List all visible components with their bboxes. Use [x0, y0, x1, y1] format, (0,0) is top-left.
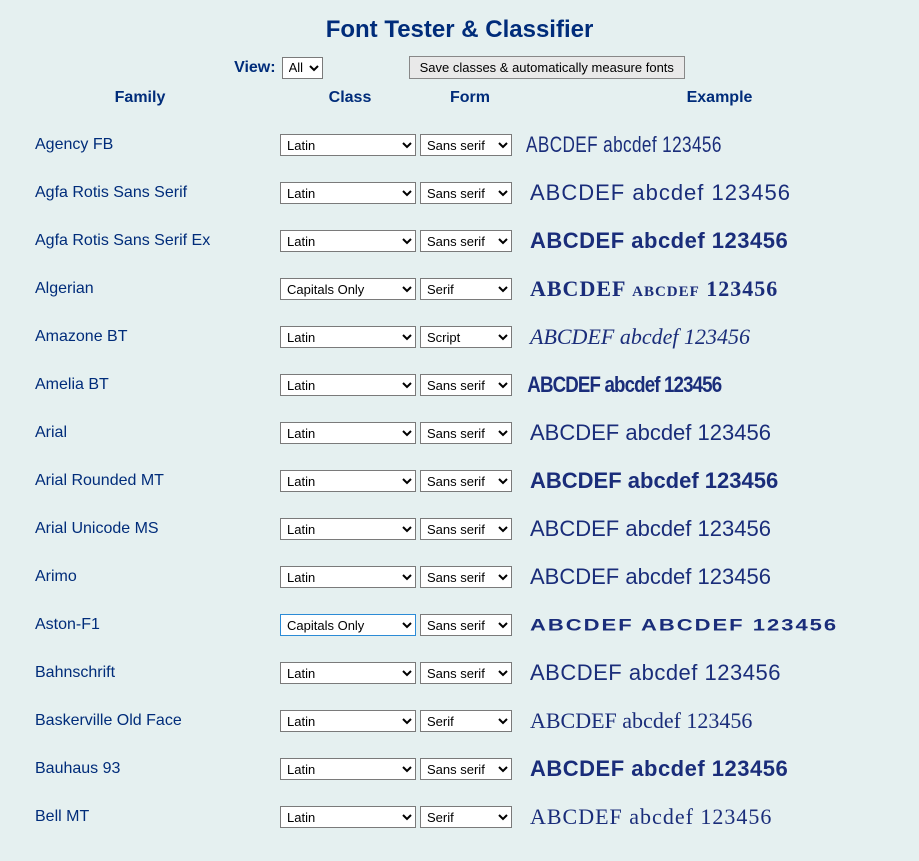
class-select[interactable]: Latin: [280, 518, 416, 540]
header-class: Class: [280, 89, 420, 107]
font-family-name: Agfa Rotis Sans Serif Ex: [0, 232, 280, 250]
font-family-name: Amelia BT: [0, 376, 280, 394]
font-sample: ABCDEF abcdef 123456: [512, 708, 919, 734]
font-family-name: Algerian: [0, 280, 280, 298]
class-select[interactable]: Capitals Only: [280, 278, 416, 300]
font-sample: ABCDEF abcdef 123456: [512, 660, 919, 686]
font-family-name: Arial: [0, 424, 280, 442]
font-sample: ABCDEF abcdef 123456: [512, 228, 919, 254]
form-select[interactable]: Serif: [420, 710, 512, 732]
header-family: Family: [0, 89, 280, 107]
form-select[interactable]: Sans serif: [420, 566, 512, 588]
form-select[interactable]: Sans serif: [420, 422, 512, 444]
form-select[interactable]: Sans serif: [420, 134, 512, 156]
font-rows: Agency FBLatinSans serifABCDEF abcdef 12…: [0, 121, 919, 841]
table-row: BahnschriftLatinSans serifABCDEF abcdef …: [0, 649, 919, 697]
form-select[interactable]: Script: [420, 326, 512, 348]
font-family-name: Arial Unicode MS: [0, 520, 280, 538]
form-select[interactable]: Sans serif: [420, 662, 512, 684]
font-family-name: Arial Rounded MT: [0, 472, 280, 490]
table-row: Amazone BTLatinScriptABCDEF abcdef 12345…: [0, 313, 919, 361]
table-row: Agfa Rotis Sans SerifLatinSans serifABCD…: [0, 169, 919, 217]
font-sample: ABCDEF abcdef 123456: [512, 372, 858, 398]
font-family-name: Agfa Rotis Sans Serif: [0, 184, 280, 202]
form-select[interactable]: Sans serif: [420, 470, 512, 492]
font-sample: ABCDEF abcdef 123456: [512, 324, 919, 350]
class-select[interactable]: Latin: [280, 662, 416, 684]
controls-bar: View: All Save classes & automatically m…: [0, 56, 919, 79]
table-row: AlgerianCapitals OnlySerifABCDEF abcdef …: [0, 265, 919, 313]
table-row: Baskerville Old FaceLatinSerifABCDEF abc…: [0, 697, 919, 745]
font-sample: ABCDEF abcdef 123456: [512, 420, 919, 446]
class-select[interactable]: Latin: [280, 470, 416, 492]
font-sample: ABCDEF abcdef 123456: [512, 804, 919, 830]
form-select[interactable]: Sans serif: [420, 758, 512, 780]
font-family-name: Amazone BT: [0, 328, 280, 346]
class-select[interactable]: Latin: [280, 566, 416, 588]
table-row: Aston-F1Capitals OnlySans serifABCDEF ab…: [0, 601, 919, 649]
header-example: Example: [520, 89, 919, 107]
class-select[interactable]: Latin: [280, 422, 416, 444]
font-family-name: Bauhaus 93: [0, 760, 280, 778]
table-row: Amelia BTLatinSans serifABCDEF abcdef 12…: [0, 361, 919, 409]
font-sample: ABCDEF abcdef 123456: [512, 564, 919, 590]
font-sample: ABCDEF abcdef 123456: [512, 132, 829, 158]
table-row: Arial Rounded MTLatinSans serifABCDEF ab…: [0, 457, 919, 505]
view-select[interactable]: All: [282, 57, 323, 79]
font-sample: ABCDEF abcdef 123456: [512, 756, 919, 782]
font-family-name: Bahnschrift: [0, 664, 280, 682]
table-row: Bell MTLatinSerifABCDEF abcdef 123456: [0, 793, 919, 841]
font-sample: ABCDEF abcdef 123456: [512, 516, 919, 542]
view-label: View:: [234, 59, 276, 77]
class-select[interactable]: Latin: [280, 806, 416, 828]
table-row: Agfa Rotis Sans Serif ExLatinSans serifA…: [0, 217, 919, 265]
save-button[interactable]: Save classes & automatically measure fon…: [409, 56, 685, 79]
font-family-name: Aston-F1: [0, 616, 280, 634]
font-family-name: Bell MT: [0, 808, 280, 826]
class-select[interactable]: Latin: [280, 374, 416, 396]
class-select[interactable]: Latin: [280, 134, 416, 156]
class-select[interactable]: Latin: [280, 758, 416, 780]
class-select[interactable]: Latin: [280, 326, 416, 348]
class-select[interactable]: Capitals Only: [280, 614, 416, 636]
class-select[interactable]: Latin: [280, 182, 416, 204]
form-select[interactable]: Serif: [420, 278, 512, 300]
page-title: Font Tester & Classifier: [0, 16, 919, 44]
form-select[interactable]: Sans serif: [420, 182, 512, 204]
form-select[interactable]: Sans serif: [420, 614, 512, 636]
table-row: Bauhaus 93LatinSans serifABCDEF abcdef 1…: [0, 745, 919, 793]
form-select[interactable]: Sans serif: [420, 230, 512, 252]
font-sample: ABCDEF abcdef 123456: [512, 276, 919, 302]
form-select[interactable]: Sans serif: [420, 374, 512, 396]
form-select[interactable]: Serif: [420, 806, 512, 828]
table-row: Arial Unicode MSLatinSans serifABCDEF ab…: [0, 505, 919, 553]
font-family-name: Agency FB: [0, 136, 280, 154]
class-select[interactable]: Latin: [280, 710, 416, 732]
table-row: Agency FBLatinSans serifABCDEF abcdef 12…: [0, 121, 919, 169]
font-sample: ABCDEF abcdef 123456: [512, 615, 919, 635]
font-family-name: Baskerville Old Face: [0, 712, 280, 730]
font-sample: ABCDEF abcdef 123456: [512, 180, 919, 206]
class-select[interactable]: Latin: [280, 230, 416, 252]
header-form: Form: [420, 89, 520, 107]
font-family-name: Arimo: [0, 568, 280, 586]
table-header: Family Class Form Example: [0, 89, 919, 107]
table-row: ArimoLatinSans serifABCDEF abcdef 123456: [0, 553, 919, 601]
table-row: ArialLatinSans serifABCDEF abcdef 123456: [0, 409, 919, 457]
form-select[interactable]: Sans serif: [420, 518, 512, 540]
font-sample: ABCDEF abcdef 123456: [512, 468, 919, 494]
